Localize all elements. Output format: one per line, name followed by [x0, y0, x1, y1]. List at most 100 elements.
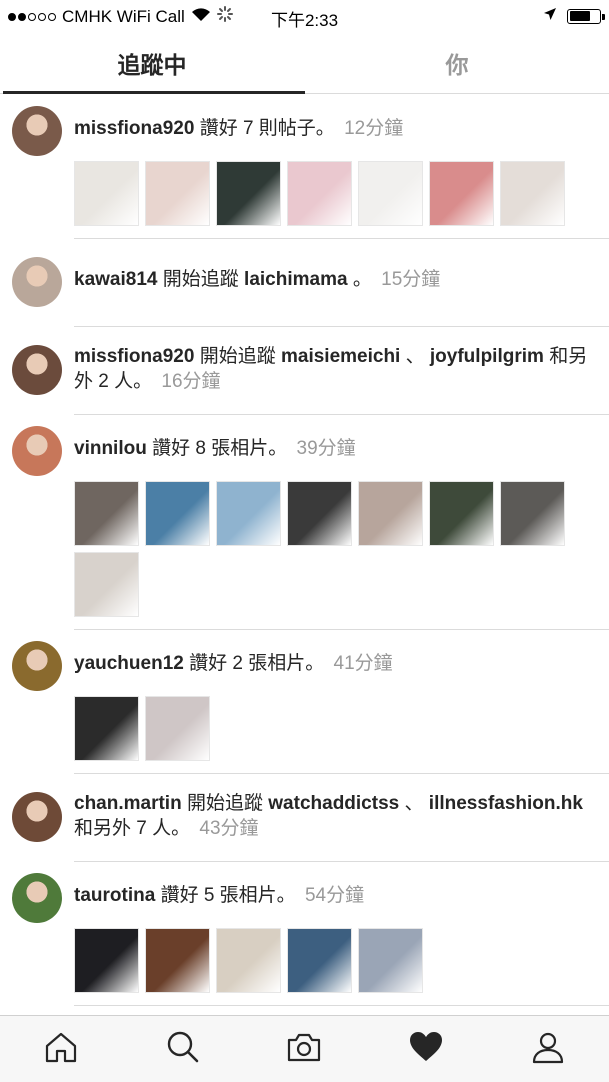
heart-icon — [408, 1029, 444, 1070]
activity-time: 39分鐘 — [296, 438, 356, 459]
photo-thumbnail[interactable] — [358, 481, 423, 546]
status-right — [543, 6, 605, 26]
photo-thumbnail[interactable] — [145, 161, 210, 226]
username-link[interactable]: yauchuen12 — [74, 653, 184, 674]
activity-text: missfiona920 開始追蹤 maisiemeichi 、 joyfulp… — [74, 344, 599, 394]
activity-time: 15分鐘 — [381, 269, 441, 290]
avatar[interactable] — [12, 426, 62, 476]
activity-time: 43分鐘 — [199, 818, 259, 839]
username-link[interactable]: chan.martin — [74, 793, 182, 814]
target-username-link[interactable]: laichimama — [244, 269, 348, 290]
photo-thumbnail[interactable] — [287, 161, 352, 226]
avatar[interactable] — [12, 641, 62, 691]
activity-action: 讚好 8 張相片。 — [152, 438, 288, 459]
status-bar: CMHK WiFi Call 下午2:33 — [0, 0, 609, 32]
battery-icon — [567, 8, 605, 24]
photo-thumbnail[interactable] — [74, 552, 139, 617]
activity-action: 讚好 7 則帖子。 — [199, 118, 335, 139]
nav-search-button[interactable] — [153, 1019, 213, 1079]
photo-thumbnail[interactable] — [216, 161, 281, 226]
home-icon — [43, 1029, 79, 1070]
activity-text: chan.martin 開始追蹤 watchaddictss 、 illness… — [74, 791, 599, 841]
activity-time: 54分鐘 — [304, 885, 365, 906]
avatar[interactable] — [12, 106, 62, 156]
tab-you[interactable]: 你 — [305, 32, 609, 94]
activity-text: taurotina 讚好 5 張相片。 54分鐘 — [74, 883, 599, 908]
activity-action-end: 和另外 7 人。 — [74, 818, 191, 839]
photo-thumbnail[interactable] — [216, 481, 281, 546]
activity-action: 開始追蹤 — [199, 346, 276, 367]
username-link[interactable]: missfiona920 — [74, 346, 194, 367]
photo-thumbnail[interactable] — [74, 481, 139, 546]
list-item: missfiona920 讚好 7 則帖子。 12分鐘 — [0, 95, 609, 239]
bottom-nav — [0, 1015, 609, 1082]
thumbnail-row — [74, 481, 566, 617]
list-item: vinnilou 讚好 8 張相片。 39分鐘 — [0, 415, 609, 630]
avatar[interactable] — [12, 792, 62, 842]
activity-feed: missfiona920 讚好 7 則帖子。 12分鐘 kawai814 開始追… — [0, 95, 609, 1015]
photo-thumbnail[interactable] — [287, 481, 352, 546]
location-arrow-icon — [543, 6, 557, 26]
username-link[interactable]: taurotina — [74, 885, 155, 906]
nav-activity-button[interactable] — [396, 1019, 456, 1079]
photo-thumbnail[interactable] — [429, 161, 494, 226]
separator: 、 — [404, 793, 424, 814]
avatar[interactable] — [12, 345, 62, 395]
nav-profile-button[interactable] — [518, 1019, 578, 1079]
username-link[interactable]: missfiona920 — [74, 118, 194, 139]
activity-tabs: 追蹤中 你 — [0, 32, 609, 94]
photo-thumbnail[interactable] — [287, 928, 352, 993]
thumbnail-row — [74, 161, 566, 226]
activity-action: 開始追蹤 — [162, 269, 239, 290]
photo-thumbnail[interactable] — [145, 481, 210, 546]
activity-text: kawai814 開始追蹤 laichimama 。 15分鐘 — [74, 267, 599, 292]
tab-following[interactable]: 追蹤中 — [0, 32, 304, 94]
battery-level — [569, 11, 590, 21]
photo-thumbnail[interactable] — [500, 161, 565, 226]
activity-action: 讚好 5 張相片。 — [160, 885, 296, 906]
nav-camera-button[interactable] — [274, 1019, 334, 1079]
photo-thumbnail[interactable] — [429, 481, 494, 546]
list-item: kawai814 開始追蹤 laichimama 。 15分鐘 — [0, 239, 609, 327]
photo-thumbnail[interactable] — [74, 161, 139, 226]
target-username-link[interactable]: illnessfashion.hk — [429, 793, 583, 814]
avatar[interactable] — [12, 257, 62, 307]
list-item: missfiona920 開始追蹤 maisiemeichi 、 joyfulp… — [0, 327, 609, 415]
activity-text: missfiona920 讚好 7 則帖子。 12分鐘 — [74, 116, 599, 141]
username-link[interactable]: kawai814 — [74, 269, 157, 290]
divider — [74, 1005, 609, 1006]
target-username-link[interactable]: joyfulpilgrim — [430, 346, 544, 367]
profile-icon — [530, 1029, 566, 1070]
list-item: taurotina 讚好 5 張相片。 54分鐘 — [0, 862, 609, 1006]
tab-active-indicator — [3, 91, 305, 94]
activity-time: 12分鐘 — [344, 118, 404, 139]
activity-text: vinnilou 讚好 8 張相片。 39分鐘 — [74, 436, 599, 461]
list-item: yauchuen12 讚好 2 張相片。 41分鐘 — [0, 630, 609, 774]
activity-time: 16分鐘 — [161, 371, 221, 392]
photo-thumbnail[interactable] — [74, 928, 139, 993]
list-item: chan.martin 開始追蹤 watchaddictss 、 illness… — [0, 774, 609, 862]
photo-thumbnail[interactable] — [74, 696, 139, 761]
username-link[interactable]: vinnilou — [74, 438, 147, 459]
activity-action: 讚好 2 張相片。 — [189, 653, 325, 674]
photo-thumbnail[interactable] — [145, 696, 210, 761]
activity-action: 開始追蹤 — [186, 793, 263, 814]
thumbnail-row — [74, 696, 566, 761]
camera-icon — [286, 1029, 322, 1070]
search-icon — [165, 1029, 201, 1070]
separator: 、 — [405, 346, 425, 367]
target-username-link[interactable]: watchaddictss — [268, 793, 399, 814]
photo-thumbnail[interactable] — [216, 928, 281, 993]
activity-text: yauchuen12 讚好 2 張相片。 41分鐘 — [74, 651, 599, 676]
photo-thumbnail[interactable] — [145, 928, 210, 993]
photo-thumbnail[interactable] — [500, 481, 565, 546]
target-username-link[interactable]: maisiemeichi — [281, 346, 400, 367]
activity-time: 41分鐘 — [333, 653, 393, 674]
avatar[interactable] — [12, 873, 62, 923]
photo-thumbnail[interactable] — [358, 928, 423, 993]
activity-action-end: 。 — [352, 269, 372, 290]
clock: 下午2:33 — [270, 11, 339, 30]
thumbnail-row — [74, 928, 566, 993]
nav-home-button[interactable] — [31, 1019, 91, 1079]
photo-thumbnail[interactable] — [358, 161, 423, 226]
